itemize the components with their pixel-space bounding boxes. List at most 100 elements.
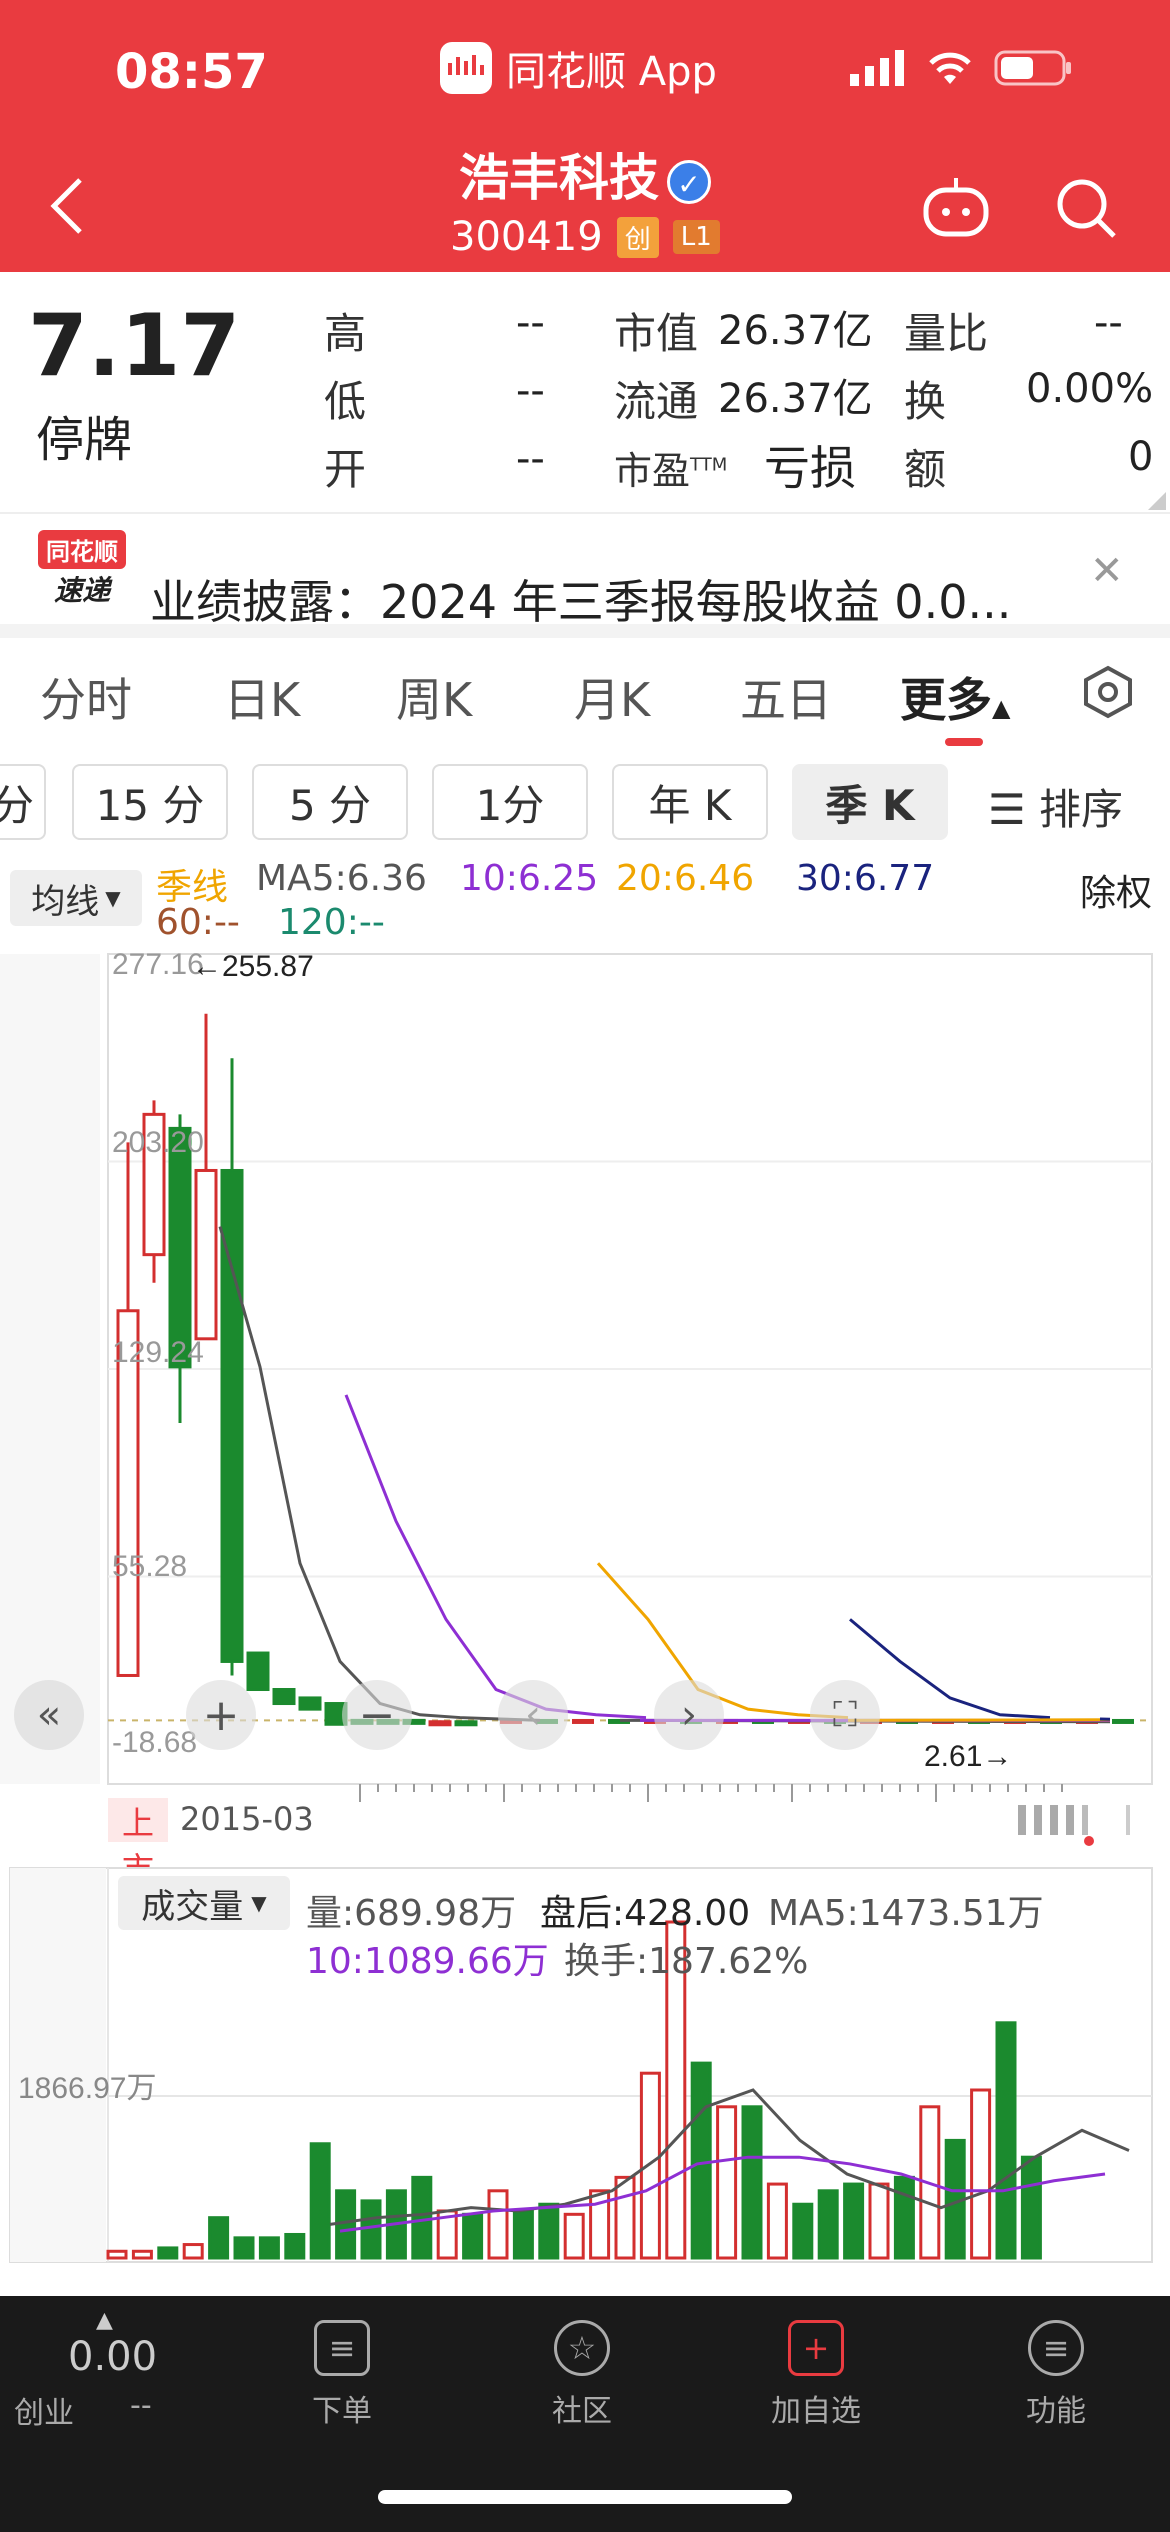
legend-ma30: 30:6.77 [796, 858, 935, 899]
open-label: 开 [324, 445, 367, 494]
home-indicator [378, 2490, 792, 2504]
period-5min[interactable]: 5 分 [252, 764, 408, 840]
next-button[interactable]: › [654, 1680, 724, 1750]
y-label-203: 203.20 [112, 1126, 204, 1159]
volume-bar [233, 2236, 255, 2260]
period-min-partial[interactable]: 分 [0, 764, 46, 840]
period-quarter-k[interactable]: 季 K [792, 764, 948, 840]
ma-button-label: 均线 [31, 881, 100, 922]
volume-bar [309, 2142, 331, 2260]
tab-five-day[interactable]: 五日 [740, 664, 832, 730]
volume-y-label: 1866.97万 [18, 2072, 156, 2105]
volume-select-button[interactable]: 成交量 ▼ [118, 1876, 290, 1930]
zoom-out-button[interactable]: − [342, 1680, 412, 1750]
tab-daily-k[interactable]: 日K [224, 664, 300, 730]
nav-functions[interactable]: ≡ 功能 [986, 2320, 1126, 2430]
nav-add-watchlist[interactable]: + 加自选 [746, 2320, 886, 2430]
volume-bar [411, 2175, 433, 2260]
y-label-277: 277.16 [112, 948, 204, 981]
listed-tag: 上市 [108, 1798, 168, 1888]
settings-hexagon-icon[interactable] [1080, 664, 1136, 724]
low-value: -- [516, 368, 545, 414]
timeline-scrubber[interactable] [1018, 1800, 1166, 1840]
nav-community[interactable]: ☆ 社区 [512, 2320, 652, 2430]
chevron-down-icon: ▼ [105, 886, 121, 910]
legend-ma10: 10:6.25 [460, 858, 599, 899]
tab-more-label: 更多 [900, 673, 992, 727]
volume-bar [843, 2182, 865, 2260]
ma20-tail [847, 1718, 1111, 1722]
section-divider [0, 624, 1170, 638]
period-1min[interactable]: 1分 [432, 764, 588, 840]
pe-sup: TTM [690, 454, 728, 476]
volume-bar [284, 2232, 306, 2260]
volume-bar [639, 2071, 661, 2260]
sort-label: 排序 [1039, 785, 1124, 834]
mcap-label: 市值 [614, 309, 699, 358]
candle-body [246, 1651, 270, 1692]
kline-chart[interactable]: 277.16 203.20 129.24 55.28 -18.68 ←255.8… [0, 940, 1170, 1840]
volume-bar [868, 2182, 890, 2260]
level-tag: L1 [672, 220, 720, 254]
fullscreen-button[interactable]: ⛶ [810, 1680, 880, 1750]
ma-select-button[interactable]: 均线 ▼ [10, 870, 142, 926]
news-logo: 同花顺 速递 [38, 530, 126, 612]
app-name: 同花顺 App [506, 49, 717, 95]
zoom-in-button[interactable]: + [186, 1680, 256, 1750]
volume-label: 成交量 [141, 1886, 244, 1927]
volume-bar [970, 2088, 992, 2260]
sort-button[interactable]: ☰ 排序 [988, 776, 1123, 837]
app-indicator[interactable]: 同花顺 App [440, 40, 717, 96]
nav-add-watchlist-label: 加自选 [771, 2394, 861, 2429]
expand-corner-icon[interactable] [1148, 492, 1166, 510]
volume-ratio-value: -- [1094, 300, 1123, 346]
candle-body [1112, 1718, 1134, 1724]
current-price: 7.17 [28, 296, 241, 396]
chevron-down-icon: ▼ [251, 1891, 267, 1915]
volume-value: 量:689.98万 [306, 1893, 517, 1934]
volume-bar [487, 2189, 509, 2260]
volume-ratio-label: 量比 [904, 309, 989, 358]
volume-bar [893, 2175, 915, 2260]
candle-body [572, 1718, 594, 1724]
volume-bar [614, 2175, 636, 2260]
app-logo-icon [440, 42, 492, 94]
search-icon[interactable] [1054, 176, 1118, 244]
pe-label: 市盈TTM [614, 440, 727, 495]
period-year-k[interactable]: 年 K [612, 764, 768, 840]
index-widget[interactable]: ▲ 0.00 创业 -- [14, 2308, 194, 2431]
open-value: -- [516, 436, 545, 482]
amount-label: 额 [904, 445, 947, 494]
float-value: 26.37亿 [718, 376, 873, 422]
scroll-left-button[interactable]: « [14, 1680, 84, 1750]
tab-intraday[interactable]: 分时 [40, 664, 132, 730]
volume-bar [792, 2202, 814, 2260]
board-tag: 创 [616, 216, 659, 258]
period-15min[interactable]: 15 分 [72, 764, 228, 840]
volume-bar [512, 2209, 534, 2260]
pe-label-text: 市盈 [614, 449, 691, 493]
document-icon: ≡ [314, 2320, 370, 2376]
candle-body [454, 1720, 478, 1727]
timeline-dot [1084, 1836, 1094, 1846]
nav-order[interactable]: ≡ 下单 [272, 2320, 412, 2430]
robot-assistant-icon[interactable] [920, 176, 992, 244]
candle-body [428, 1720, 452, 1727]
volume-ma5: MA5:1473.51万 [768, 1893, 1044, 1934]
tab-more[interactable]: 更多▲ [900, 664, 1010, 730]
prev-button[interactable]: ‹ [498, 1680, 568, 1750]
high-value: -- [516, 300, 545, 346]
turnover-label: 换 [904, 377, 947, 426]
after-hours-value: 盘后:428.00 [540, 1893, 751, 1934]
max-price-marker: ←255.87 [192, 950, 314, 983]
tab-weekly-k[interactable]: 周K [396, 664, 472, 730]
adjust-button[interactable]: 除权 [1080, 864, 1152, 916]
verified-icon: ✓ [667, 159, 711, 204]
tab-monthly-k[interactable]: 月K [574, 664, 650, 730]
news-headline[interactable]: 业绩披露：2024 年三季报每股收益 0.0... [150, 566, 1011, 632]
volume-bar [208, 2216, 230, 2260]
close-icon[interactable]: ✕ [1090, 548, 1124, 594]
nav-community-label: 社区 [552, 2394, 612, 2429]
volume-bar [690, 2061, 712, 2260]
y-label-129: 129.24 [112, 1336, 204, 1369]
